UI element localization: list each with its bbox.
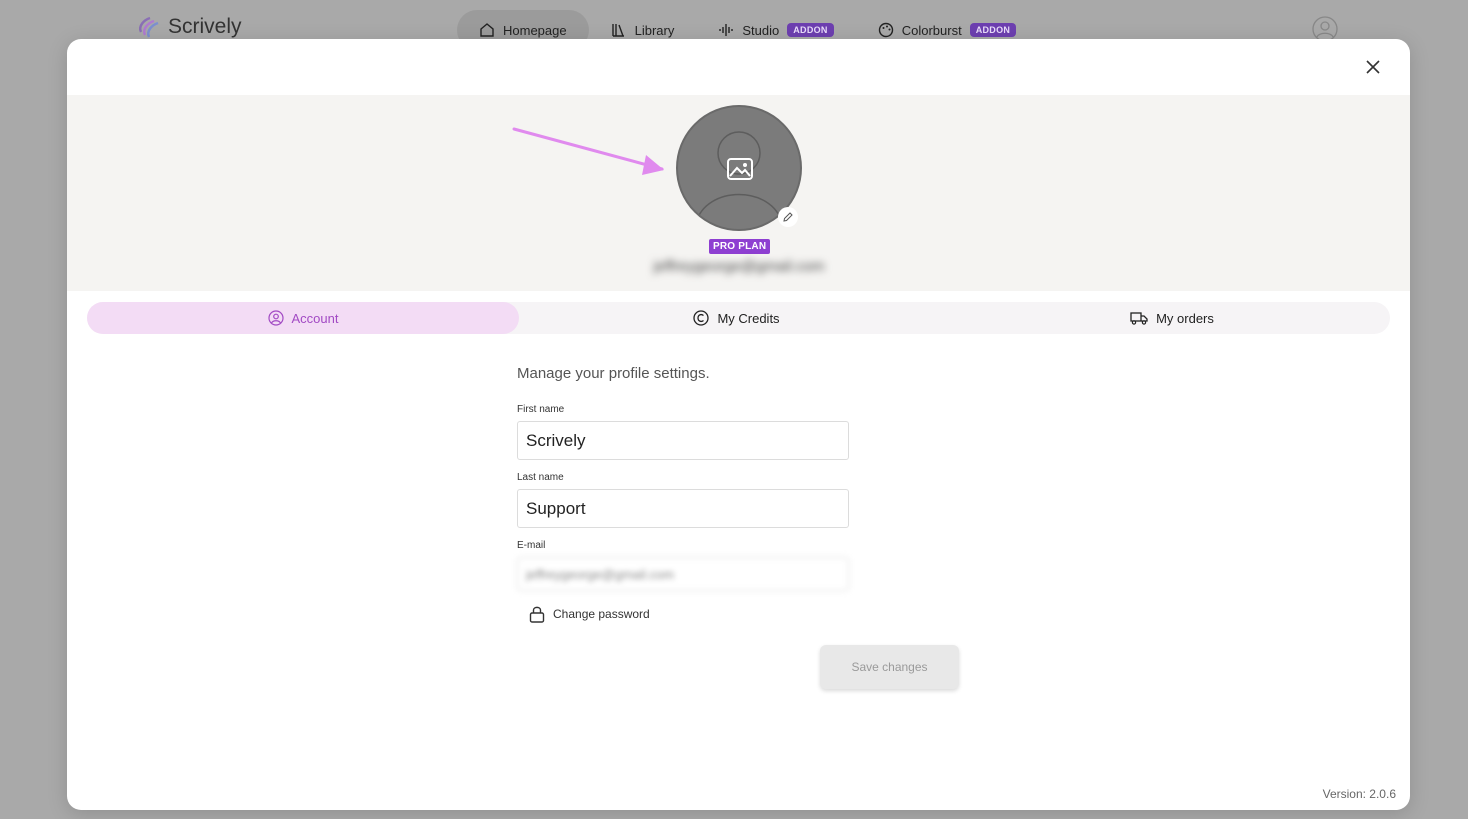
last-name-label: Last name — [517, 472, 564, 483]
brand-name: Scrively — [168, 15, 242, 38]
change-password-label: Change password — [553, 607, 650, 621]
first-name-label: First name — [517, 404, 565, 415]
plan-badge: PRO PLAN — [709, 239, 771, 254]
tab-my-orders[interactable]: My orders — [954, 302, 1390, 334]
user-email: jeffreygeorge@gmail.com — [653, 258, 825, 275]
tab-label: My Credits — [717, 310, 780, 326]
palette-icon — [878, 22, 893, 38]
change-password-link[interactable]: Change password — [529, 605, 849, 623]
edit-avatar-button[interactable] — [778, 207, 798, 227]
tab-my-credits[interactable]: My Credits — [519, 302, 954, 334]
brand[interactable]: Scrively — [136, 14, 242, 40]
lock-icon — [529, 606, 545, 623]
email-label: E-mail — [517, 540, 546, 551]
home-icon — [480, 23, 494, 37]
tab-account[interactable]: Account — [87, 302, 519, 334]
library-icon — [611, 24, 624, 37]
save-changes-button[interactable]: Save changes — [820, 645, 959, 689]
pencil-icon — [783, 212, 793, 222]
user-circle-icon — [267, 310, 284, 326]
first-name-field[interactable] — [517, 421, 849, 460]
audio-wave-icon — [719, 24, 734, 36]
close-icon[interactable] — [1362, 56, 1384, 78]
form-heading: Manage your profile settings. — [517, 365, 710, 382]
image-upload-icon — [727, 158, 753, 180]
annotation-arrow-icon — [512, 127, 664, 175]
nav-label: Library — [634, 22, 675, 38]
last-name-field[interactable] — [517, 489, 849, 528]
email-field[interactable] — [517, 557, 849, 591]
coin-icon — [693, 310, 710, 326]
truck-icon — [1130, 312, 1148, 325]
profile-avatar[interactable] — [676, 105, 802, 231]
nav-label: Colorburst — [901, 22, 962, 38]
tab-label: My orders — [1156, 310, 1214, 326]
profile-form: Manage your profile settings. First name… — [517, 365, 849, 623]
addon-badge: ADDON — [787, 23, 834, 37]
profile-tabs: Account My Credits My orders — [87, 302, 1390, 334]
version-label: Version: 2.0.6 — [1322, 787, 1396, 801]
addon-badge: ADDON — [969, 23, 1017, 37]
profile-modal: PRO PLAN jeffreygeorge@gmail.com Account… — [67, 39, 1410, 810]
scrively-logo-icon — [139, 16, 159, 38]
tab-label: Account — [291, 310, 339, 326]
profile-header: PRO PLAN jeffreygeorge@gmail.com — [67, 95, 1410, 291]
nav-label: Homepage — [503, 22, 567, 38]
nav-label: Studio — [742, 22, 780, 38]
